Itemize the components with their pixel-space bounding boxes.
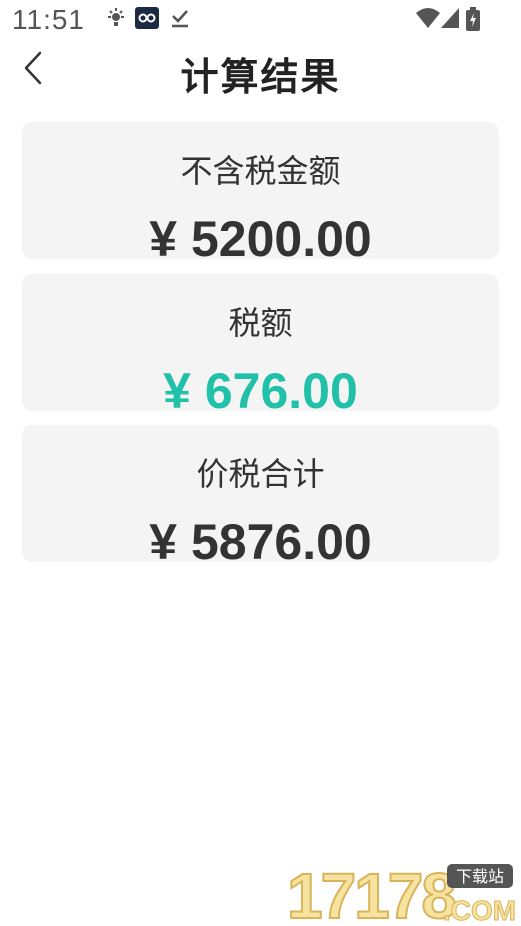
- site-watermark-logo: 17178 下载站 .COM: [287, 860, 517, 924]
- wifi-icon: [416, 8, 440, 28]
- result-card-total-amount: 价税合计 ¥ 5876.00: [22, 425, 499, 562]
- download-done-icon: [172, 10, 188, 28]
- watermark-brand: 17178: [287, 860, 455, 924]
- card-value: ¥ 5876.00: [149, 514, 372, 562]
- status-time: 11:51: [12, 4, 85, 35]
- page-title: 计算结果: [180, 55, 341, 99]
- header: 计算结果: [0, 40, 521, 100]
- card-label: 不含税金额: [180, 152, 341, 190]
- card-label: 税额: [228, 304, 293, 342]
- weather-icon: [108, 8, 124, 26]
- card-value: ¥ 676.00: [163, 363, 358, 411]
- status-bar: 11:51: [0, 0, 521, 36]
- card-label: 价税合计: [196, 455, 325, 493]
- app-notification-icon: [135, 7, 159, 29]
- signal-icon: [441, 8, 459, 28]
- result-card-tax-amount: 税额 ¥ 676.00: [22, 274, 499, 411]
- watermark-suffix: .COM: [443, 895, 516, 924]
- battery-icon: [466, 7, 480, 31]
- card-value: ¥ 5200.00: [149, 211, 372, 259]
- watermark-badge: 下载站: [456, 867, 504, 886]
- result-card-pretax-amount: 不含税金额 ¥ 5200.00: [22, 122, 499, 259]
